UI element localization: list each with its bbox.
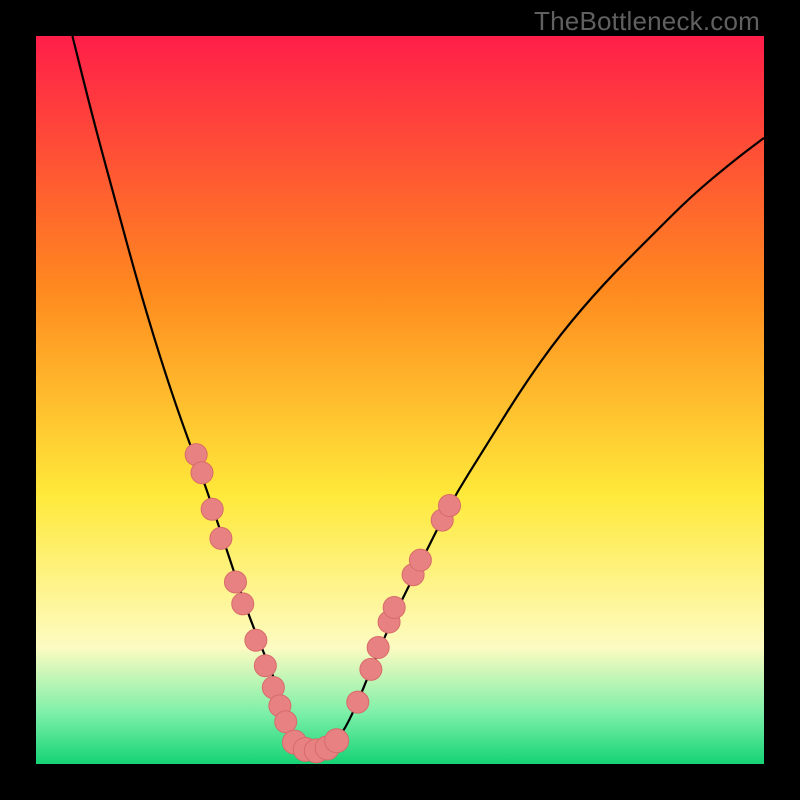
bottleneck-curve [72,36,764,752]
marker-dot [232,593,254,615]
marker-dot [201,498,223,520]
chart-frame: TheBottleneck.com [0,0,800,800]
marker-dot [191,462,213,484]
marker-dot [210,527,232,549]
marker-dot [439,495,461,517]
plot-area [36,36,764,764]
marker-dot [367,637,389,659]
marker-dot [254,655,276,677]
curve-layer [36,36,764,764]
marker-dot [347,691,369,713]
marker-dot [360,658,382,680]
marker-dot [409,549,431,571]
marker-dot [383,596,405,618]
marker-dot [325,729,349,753]
marker-dot [245,629,267,651]
marker-dot [275,711,297,733]
marker-dot [224,571,246,593]
watermark-text: TheBottleneck.com [534,6,760,37]
